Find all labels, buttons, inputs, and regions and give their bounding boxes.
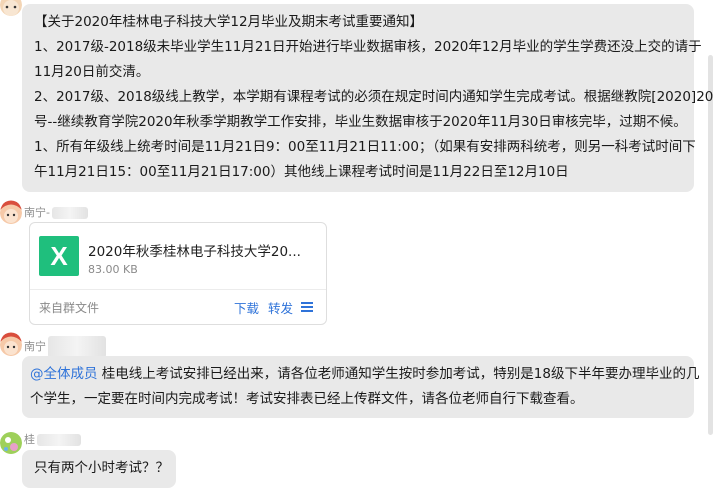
- sender-name[interactable]: 南宁: [24, 336, 106, 358]
- notice-line: 1、所有年级线上统考时间是11月21日9：00至11月21日11:00；（如果有…: [34, 139, 696, 155]
- mention-message-bubble: @全体成员 桂电线上考试安排已经出来，请各位老师通知学生按时参加考试，特别是18…: [22, 356, 699, 418]
- sender-name-text: 南宁: [24, 340, 46, 353]
- notice-line: 午11月21日15：00至11月21日17:00）其他线上课程考试时间是11月2…: [34, 164, 569, 180]
- blurred-name: [51, 207, 88, 219]
- avatar-image: [0, 0, 22, 16]
- chat-scrollbar[interactable]: [706, 0, 714, 495]
- notice-message-bubble: 【关于2020年桂林电子科技大学12月毕业及期末考试重要通知】 1、2017级-…: [22, 4, 714, 192]
- file-size: 83.00 KB: [88, 263, 138, 276]
- avatar-image: [0, 332, 22, 356]
- file-card-footer: 来自群文件 下载 转发: [30, 289, 326, 326]
- avatar[interactable]: [0, 430, 22, 456]
- avatar-image: [0, 432, 22, 454]
- avatar[interactable]: [0, 0, 22, 18]
- question-text: 只有两个小时考试？？: [34, 460, 169, 476]
- forward-button[interactable]: 转发: [268, 298, 293, 317]
- excel-file-icon: X: [39, 236, 79, 276]
- blurred-name: [37, 434, 81, 446]
- sender-name[interactable]: 桂: [24, 431, 81, 447]
- scrollbar-thumb[interactable]: [708, 55, 713, 435]
- avatar[interactable]: [0, 332, 22, 358]
- mention-all-link[interactable]: @全体成员: [30, 366, 98, 382]
- blurred-name: [48, 336, 106, 358]
- sender-name-text: 桂: [24, 433, 35, 446]
- file-source-label: 来自群文件: [39, 301, 100, 315]
- avatar[interactable]: [0, 200, 22, 226]
- mention-line: @全体成员 桂电线上考试安排已经出来，请各位老师通知学生按时参加考试，特别是18…: [30, 362, 699, 387]
- mention-line: 个学生，一定要在时间内完成考试！考试安排表已经上传群文件，请各位老师自行下载查看…: [30, 391, 584, 407]
- notice-line: 11月20日前交清。: [34, 64, 150, 80]
- notice-line: 号--继续教育学院2020年秋季学期教学工作安排，毕业生数据审核于2020年11…: [34, 114, 687, 130]
- more-menu-icon[interactable]: [301, 302, 313, 312]
- mention-text: 桂电线上考试安排已经出来，请各位老师通知学生按时参加考试，特别是18级下半年要办…: [97, 366, 700, 382]
- sender-name-text: 南宁-: [24, 206, 50, 219]
- question-message-bubble: 只有两个小时考试？？: [22, 450, 176, 488]
- notice-line: 1、2017级-2018级未毕业学生11月21日开始进行毕业数据审核，2020年…: [34, 39, 702, 55]
- sender-name[interactable]: 南宁-: [24, 204, 88, 220]
- file-card[interactable]: X 2020年秋季桂林电子科技大学20... 83.00 KB 来自群文件 下载…: [29, 222, 327, 325]
- notice-line: 【关于2020年桂林电子科技大学12月毕业及期末考试重要通知】: [34, 14, 424, 30]
- notice-line: 2、2017级、2018级线上教学，本学期有课程考试的必须在规定时间内通知学生完…: [34, 89, 714, 105]
- avatar-image: [0, 200, 22, 224]
- download-button[interactable]: 下载: [234, 298, 259, 317]
- file-name[interactable]: 2020年秋季桂林电子科技大学20...: [88, 240, 301, 260]
